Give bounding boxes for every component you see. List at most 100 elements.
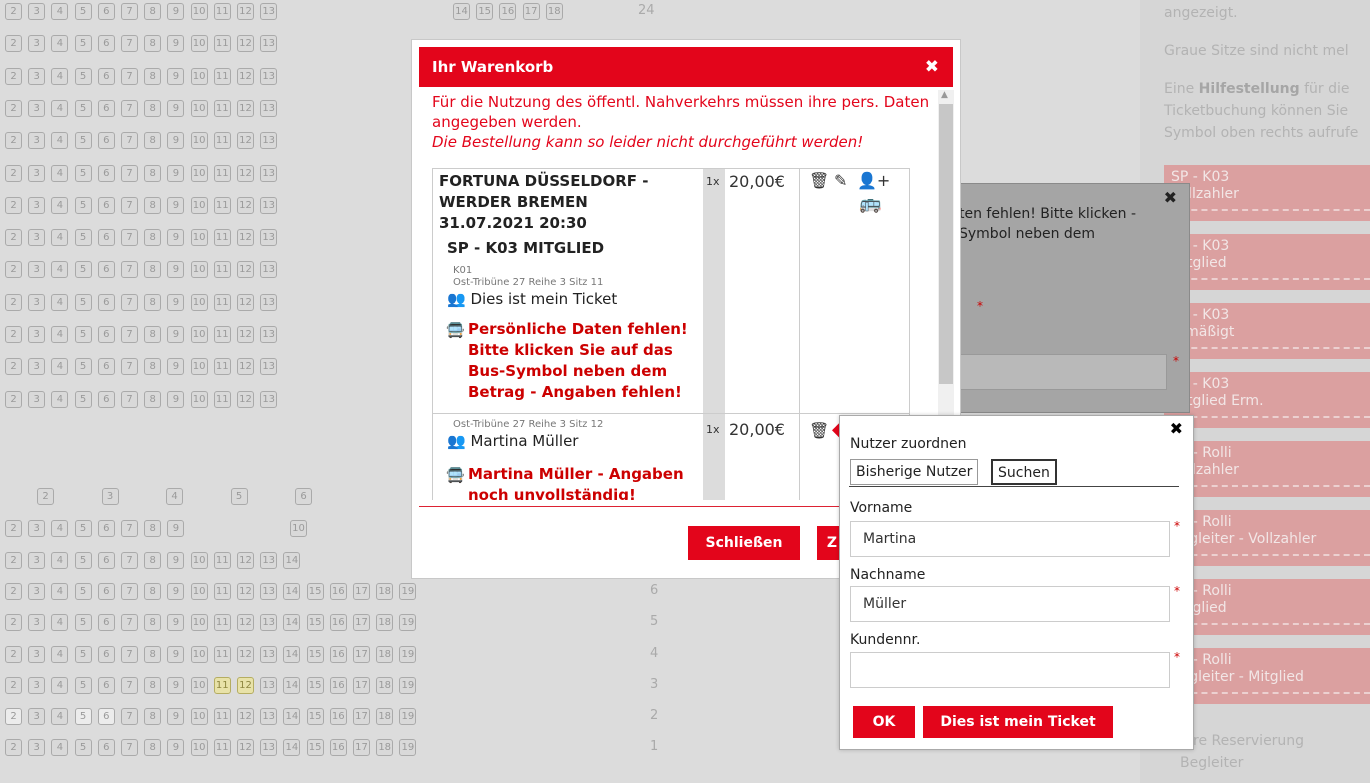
seat[interactable]: 10	[190, 3, 208, 20]
seat[interactable]: 2	[5, 614, 22, 632]
seat[interactable]: 18	[376, 676, 394, 694]
seat[interactable]: 10	[290, 520, 307, 537]
seat[interactable]: 2	[5, 358, 22, 376]
seat[interactable]: 5	[74, 739, 92, 757]
seat[interactable]: 15	[306, 583, 324, 601]
kundennr-field[interactable]	[850, 652, 1170, 688]
seat[interactable]: 6	[97, 35, 115, 53]
seat[interactable]: 11	[213, 739, 231, 757]
seat[interactable]: 6	[97, 708, 115, 725]
seat[interactable]: 16	[329, 614, 347, 632]
category-3[interactable]: SP - K03 ermäßigt	[1164, 303, 1370, 359]
seat[interactable]: 6	[295, 488, 312, 505]
seat[interactable]: 16	[499, 3, 517, 20]
seat[interactable]: 5	[74, 196, 92, 214]
seat[interactable]: 15	[306, 645, 324, 663]
seat[interactable]: 7	[121, 99, 138, 117]
seat[interactable]: 9	[167, 326, 185, 343]
seat[interactable]: 9	[167, 35, 185, 53]
seat[interactable]: 12	[237, 645, 254, 663]
seat[interactable]: 2	[5, 645, 22, 663]
seat[interactable]: 2	[5, 739, 22, 757]
seat[interactable]: 18	[376, 645, 394, 663]
seat[interactable]: 5	[74, 708, 92, 725]
seat[interactable]: 4	[51, 196, 69, 214]
seat[interactable]: 9	[167, 520, 185, 537]
seat[interactable]: 8	[144, 35, 162, 53]
seat[interactable]: 7	[121, 261, 138, 279]
seat[interactable]: 4	[51, 645, 69, 663]
seat[interactable]: 6	[97, 358, 115, 376]
seat[interactable]: 12	[237, 99, 254, 117]
edit-icon[interactable]: ✎	[834, 171, 847, 190]
seat[interactable]: 7	[121, 645, 138, 663]
category-2[interactable]: SP - K03 Mitglied	[1164, 234, 1370, 290]
seat[interactable]: 7	[121, 739, 138, 757]
seat[interactable]: 12	[237, 35, 254, 53]
seat[interactable]: 11	[213, 552, 231, 569]
seat[interactable]: 3	[28, 520, 46, 537]
seat[interactable]: 8	[144, 390, 162, 408]
seat[interactable]: 13	[260, 552, 278, 569]
seat[interactable]: 10	[190, 358, 208, 376]
seat[interactable]: 5	[74, 293, 92, 311]
seat[interactable]: 5	[74, 261, 92, 279]
seat[interactable]: 13	[260, 132, 278, 150]
seat[interactable]: 10	[190, 35, 208, 53]
seat[interactable]: 3	[28, 261, 46, 279]
seat[interactable]: 6	[97, 552, 115, 569]
seat[interactable]: 8	[144, 676, 162, 694]
seat[interactable]: 9	[167, 739, 185, 757]
seat[interactable]: 12	[237, 67, 254, 85]
seat[interactable]: 18	[376, 583, 394, 601]
seat[interactable]: 4	[51, 676, 69, 694]
seat[interactable]: 3	[28, 132, 46, 150]
seat[interactable]: 10	[190, 261, 208, 279]
seat[interactable]: 5	[74, 164, 92, 182]
seat[interactable]: 9	[167, 3, 185, 20]
seat[interactable]: 12	[237, 229, 254, 247]
seat[interactable]: 4	[51, 164, 69, 182]
seat[interactable]: 14	[283, 739, 301, 757]
this-is-my-ticket-button[interactable]: Dies ist mein Ticket	[923, 706, 1113, 738]
seat[interactable]: 17	[353, 645, 370, 663]
seat[interactable]: 8	[144, 583, 162, 601]
seat[interactable]: 17	[353, 614, 370, 632]
seat[interactable]: 18	[376, 708, 394, 725]
seat[interactable]: 12	[237, 358, 254, 376]
seat[interactable]: 13	[260, 583, 278, 601]
seat[interactable]: 6	[97, 676, 115, 694]
seat[interactable]: 10	[190, 739, 208, 757]
seat[interactable]: 12	[237, 293, 254, 311]
seat[interactable]: 8	[144, 164, 162, 182]
seat[interactable]: 6	[97, 520, 115, 537]
seat[interactable]: 14	[283, 645, 301, 663]
seat[interactable]: 2	[5, 326, 22, 343]
seat[interactable]: 2	[5, 229, 22, 247]
seat[interactable]: 19	[399, 739, 417, 757]
seat[interactable]: 13	[260, 326, 278, 343]
seat[interactable]: 11	[213, 229, 231, 247]
seat[interactable]: 14	[283, 676, 301, 694]
close-icon[interactable]: ✖	[1170, 419, 1183, 438]
seat[interactable]: 14	[283, 583, 301, 601]
seat[interactable]: 17	[353, 739, 370, 757]
seat[interactable]: 4	[51, 358, 69, 376]
seat[interactable]: 4	[51, 132, 69, 150]
category-5[interactable]: SP - Rolli Vollzahler	[1164, 441, 1370, 497]
seat[interactable]: 11	[213, 390, 231, 408]
seat[interactable]: 15	[306, 614, 324, 632]
seat[interactable]: 8	[144, 293, 162, 311]
seat[interactable]: 7	[121, 390, 138, 408]
seat[interactable]: 4	[51, 3, 69, 20]
seat[interactable]: 19	[399, 614, 417, 632]
seat[interactable]: 11	[213, 35, 231, 53]
seat[interactable]: 11	[213, 583, 231, 601]
seat[interactable]: 8	[144, 99, 162, 117]
seat[interactable]: 19	[399, 583, 417, 601]
seat[interactable]: 14	[283, 708, 301, 725]
seat[interactable]: 9	[167, 164, 185, 182]
seat[interactable]: 7	[121, 164, 138, 182]
ok-button[interactable]: OK	[853, 706, 915, 738]
seat[interactable]: 12	[237, 676, 254, 694]
